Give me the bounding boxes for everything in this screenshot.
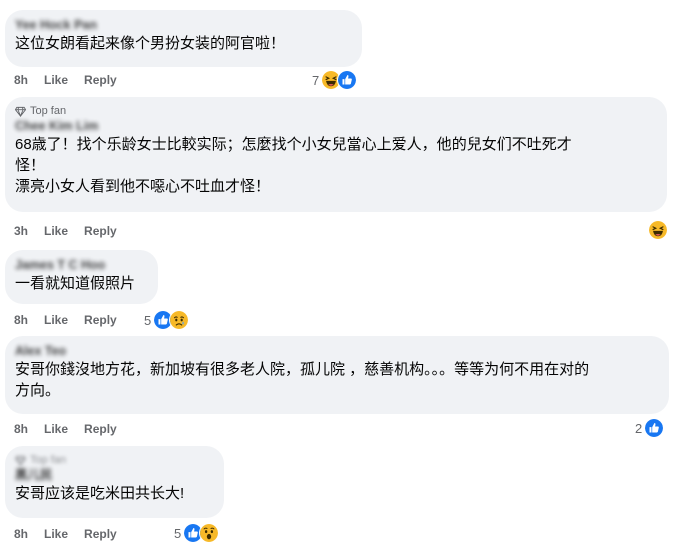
comment-actions: 8h Like Reply <box>14 312 117 328</box>
reply-button[interactable]: Reply <box>84 526 117 542</box>
sad-icon <box>169 310 190 330</box>
reply-button[interactable]: Reply <box>84 421 117 437</box>
comment-author[interactable]: Chee Kim Lim <box>15 118 655 134</box>
reaction-summary[interactable] <box>646 220 668 240</box>
like-button[interactable]: Like <box>44 223 68 239</box>
like-button[interactable]: Like <box>44 526 68 542</box>
comment-text: 68歳了！找个乐龄女士比較实际；怎麼找个小女兒當心上爱人，他的兒女们不吐死才 怪… <box>15 136 572 195</box>
comment-author[interactable]: Yee Hock Pan <box>15 17 350 33</box>
comment-bubble: Yee Hock Pan 这位女朗看起来像个男扮女装的阿官啦！ <box>5 10 362 67</box>
comment-author[interactable]: Alex Teo <box>15 343 657 359</box>
top-fan-badge: Top fan <box>15 453 212 467</box>
top-fan-badge: Top fan <box>15 104 655 118</box>
comment-time[interactable]: 8h <box>14 312 28 328</box>
diamond-icon <box>15 455 26 466</box>
like-icon <box>644 418 665 438</box>
reaction-count: 5 <box>144 312 152 328</box>
comment-time[interactable]: 8h <box>14 421 28 437</box>
comment-time[interactable]: 3h <box>14 223 28 239</box>
diamond-icon <box>15 106 26 117</box>
like-button[interactable]: Like <box>44 421 68 437</box>
comment-text: 安哥你錢沒地方花，新加坡有很多老人院，孤儿院 ，慈善机构。。。等等为何不用在对的… <box>15 361 590 399</box>
comment-actions: 8h Like Reply <box>14 421 117 437</box>
comment-bubble: Alex Teo 安哥你錢沒地方花，新加坡有很多老人院，孤儿院 ，慈善机构。。。… <box>5 336 669 414</box>
comment-author[interactable]: 黑儿民 <box>15 467 212 483</box>
comment-actions: 3h Like Reply <box>14 223 117 239</box>
reaction-count: 7 <box>312 72 320 88</box>
reaction-summary[interactable]: 7 <box>312 70 358 90</box>
comment-time[interactable]: 8h <box>14 72 28 88</box>
top-fan-label: Top fan <box>30 454 67 466</box>
reaction-summary[interactable]: 2 <box>635 418 665 438</box>
comment-time[interactable]: 8h <box>14 526 28 542</box>
reaction-summary[interactable]: 5 <box>144 310 190 330</box>
like-button[interactable]: Like <box>44 72 68 88</box>
comment-author[interactable]: James T C Hoo <box>15 257 146 273</box>
comment-bubble: James T C Hoo 一看就知道假照片 <box>5 250 158 304</box>
comment-bubble: Top fan Chee Kim Lim 68歳了！找个乐龄女士比較实际；怎麼找… <box>5 97 667 212</box>
reaction-count: 2 <box>635 420 643 436</box>
comment-bubble: Top fan 黑儿民 安哥应该是吃米田共长大! <box>5 446 224 518</box>
like-button[interactable]: Like <box>44 312 68 328</box>
comment-actions: 8h Like Reply <box>14 526 117 542</box>
comment-actions: 8h Like Reply <box>14 72 117 88</box>
reply-button[interactable]: Reply <box>84 223 117 239</box>
top-fan-label: Top fan <box>30 105 67 117</box>
comment-text: 这位女朗看起来像个男扮女装的阿官啦！ <box>15 35 286 52</box>
reply-button[interactable]: Reply <box>84 72 117 88</box>
comment-text: 一看就知道假照片 <box>15 275 136 292</box>
reaction-count: 5 <box>174 525 182 541</box>
reaction-summary[interactable]: 5 <box>174 523 220 543</box>
comment-text: 安哥应该是吃米田共长大! <box>15 485 185 502</box>
haha-icon <box>648 220 668 240</box>
wow-icon <box>199 523 220 543</box>
reply-button[interactable]: Reply <box>84 312 117 328</box>
like-icon <box>337 70 358 90</box>
